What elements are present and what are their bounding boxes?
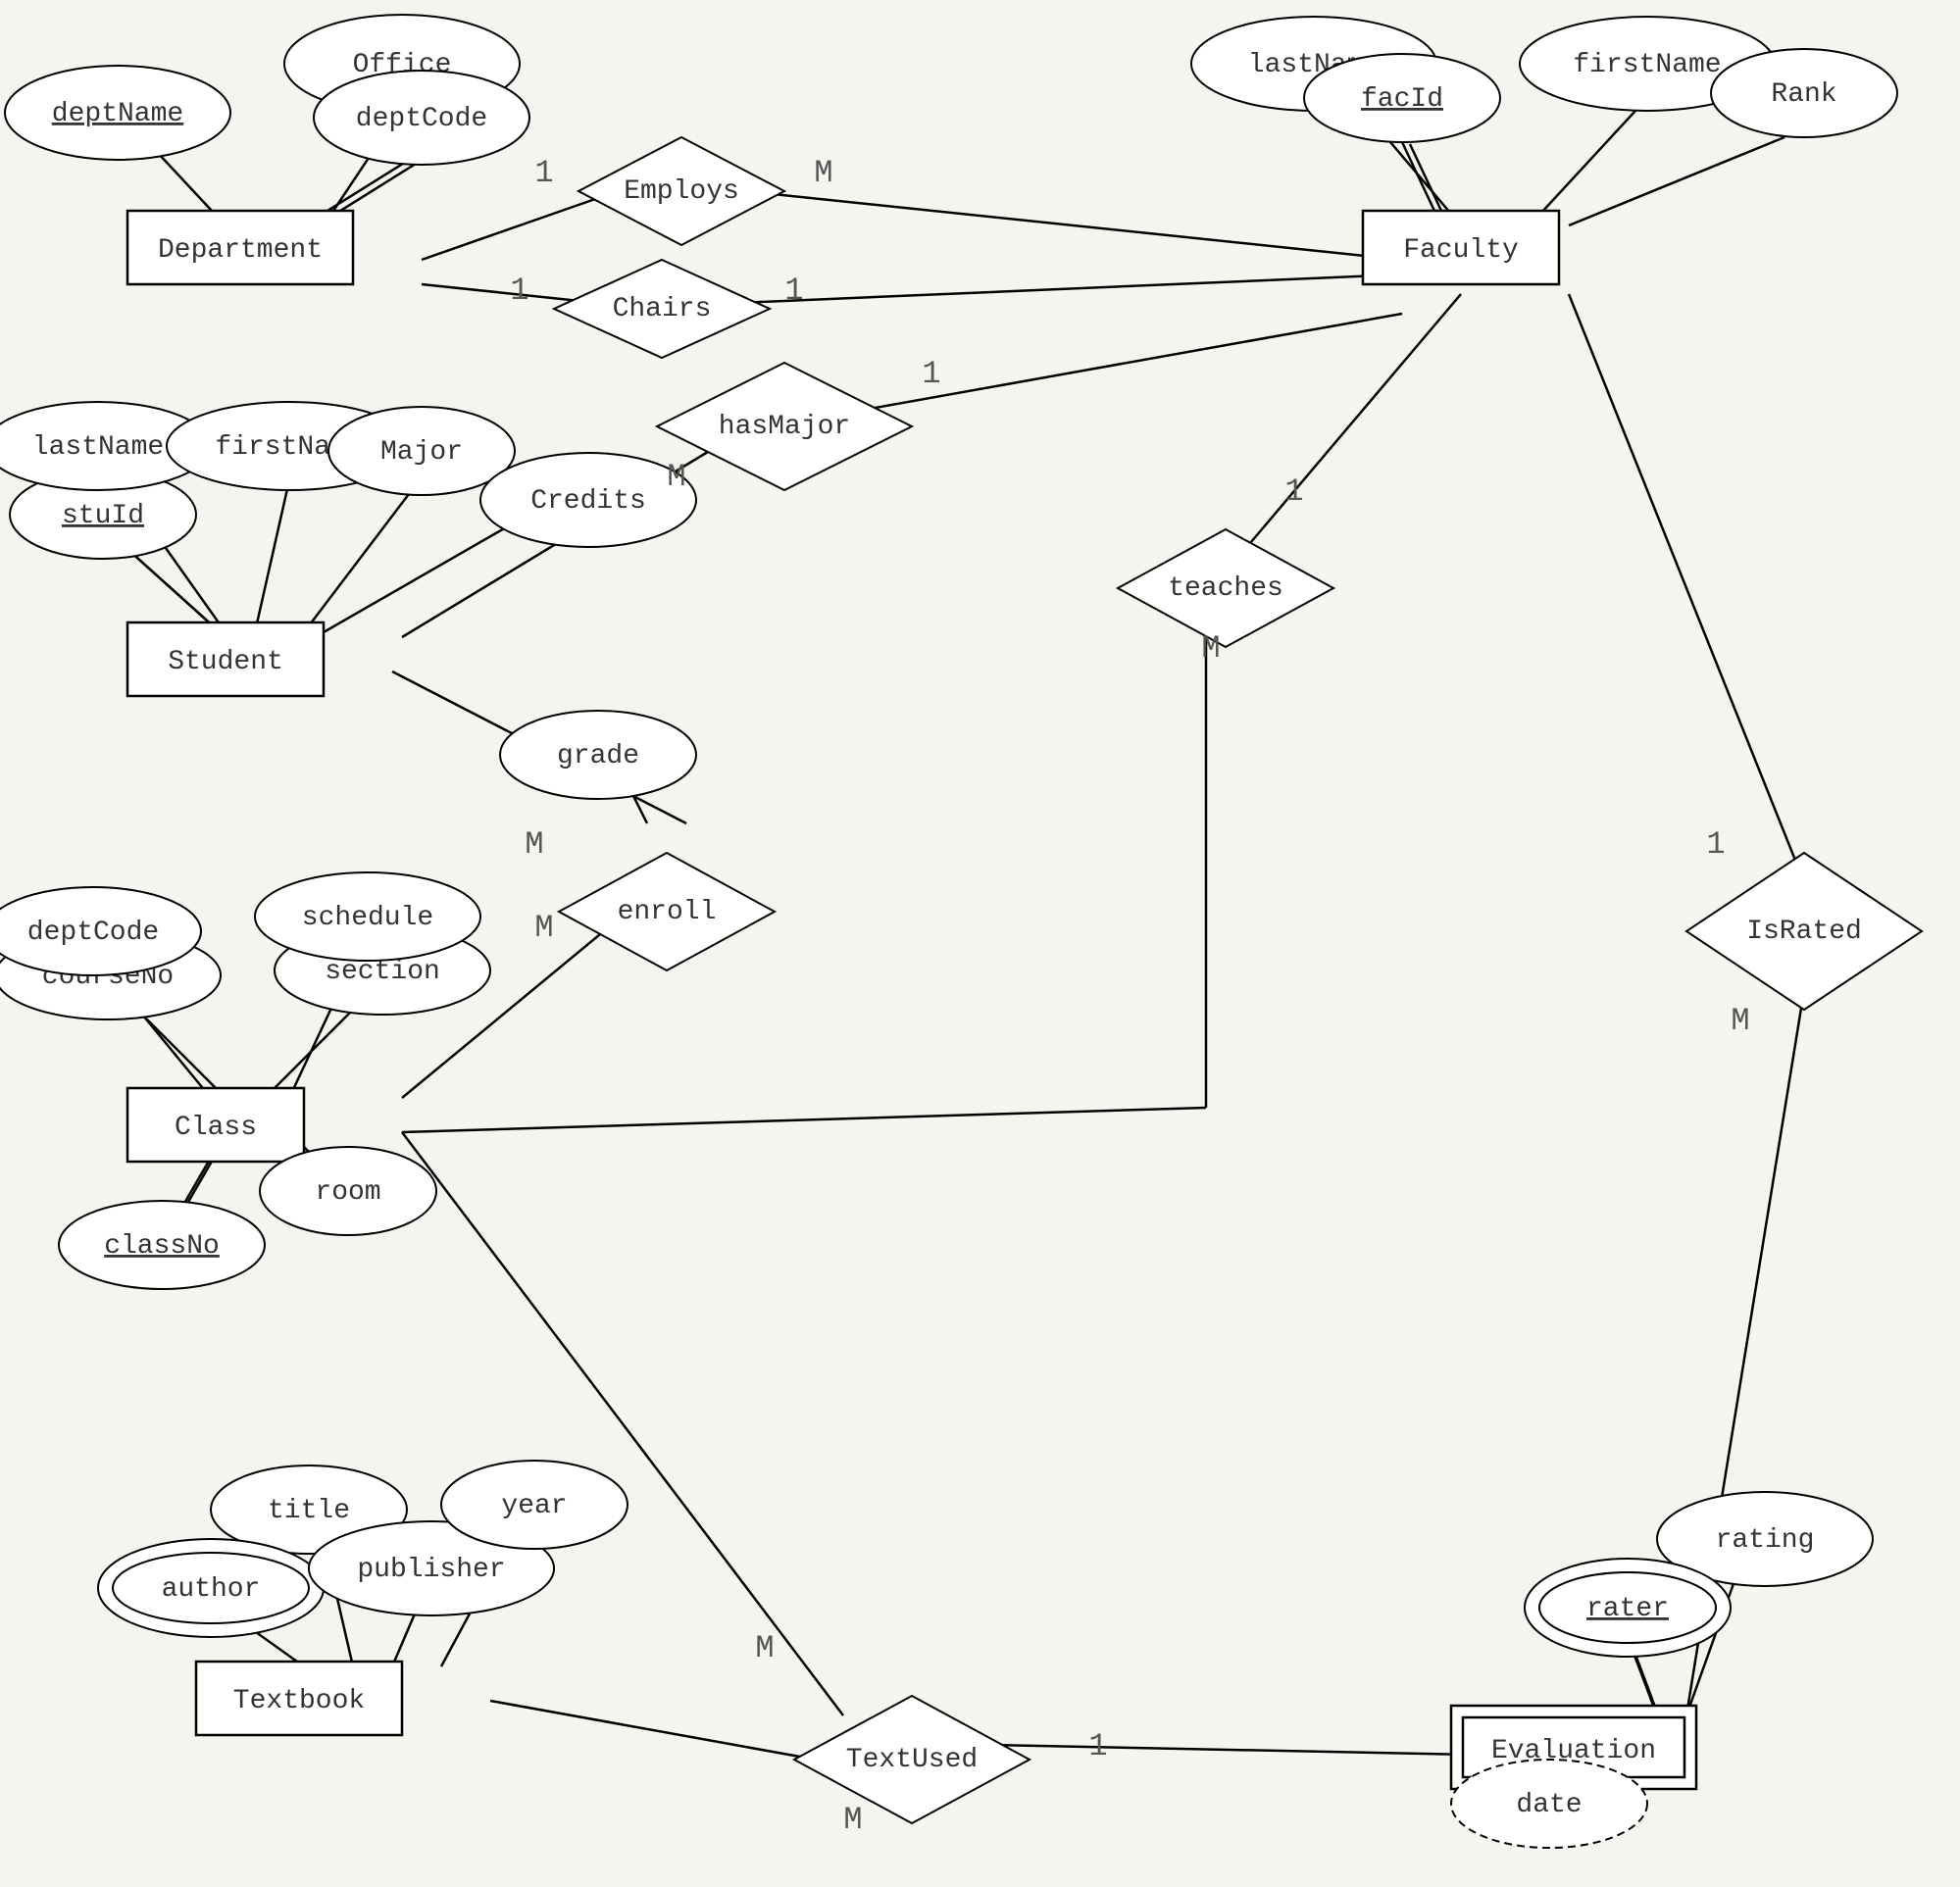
attr-rank-label: Rank xyxy=(1771,79,1836,110)
card-textused-m-text: M xyxy=(843,1802,862,1838)
attr-rating-label: rating xyxy=(1716,1525,1815,1556)
attr-date-label: date xyxy=(1516,1790,1582,1820)
card-israted-m: M xyxy=(1731,1003,1749,1039)
entity-student-label: Student xyxy=(168,647,283,677)
entity-class-label: Class xyxy=(175,1113,257,1143)
relation-israted-label: IsRated xyxy=(1746,917,1862,947)
relation-chairs-label: Chairs xyxy=(613,294,712,324)
er-diagram: Department Faculty Student Class Textboo… xyxy=(0,0,1960,1887)
attr-faculty-firstname-label: firstName xyxy=(1573,50,1721,80)
entity-faculty-label: Faculty xyxy=(1403,235,1519,266)
card-teaches-1: 1 xyxy=(1284,473,1303,510)
attr-deptcode-dept-label: deptCode xyxy=(356,104,487,134)
attr-deptname-label: deptName xyxy=(52,99,183,129)
relation-employs-label: Employs xyxy=(624,176,739,207)
attr-year-label: year xyxy=(501,1491,567,1521)
attr-room-label: room xyxy=(315,1177,380,1208)
attr-author-label: author xyxy=(162,1574,261,1605)
attr-rater-label: rater xyxy=(1586,1594,1669,1624)
card-enroll-m-class: M xyxy=(534,910,553,946)
attr-major-label: Major xyxy=(380,437,463,468)
entity-department-label: Department xyxy=(158,235,323,266)
card-enroll-m-student: M xyxy=(525,826,543,863)
card-textused-m-class: M xyxy=(755,1630,774,1666)
attr-schedule-label: schedule xyxy=(302,903,433,933)
attr-classno-label: classNo xyxy=(104,1231,220,1262)
attr-student-lastname-label: lastName xyxy=(32,432,164,463)
attr-publisher-label: publisher xyxy=(357,1555,505,1585)
card-hasmajor-m: M xyxy=(667,459,685,495)
card-textused-1-eval: 1 xyxy=(1088,1728,1107,1764)
attr-facid-label: facId xyxy=(1361,84,1443,115)
card-employs-1: 1 xyxy=(534,155,553,191)
relation-enroll-label: enroll xyxy=(618,897,717,927)
relation-hasmajor-label: hasMajor xyxy=(719,412,850,442)
card-israted-1: 1 xyxy=(1706,826,1725,863)
card-chairs-1-dept: 1 xyxy=(510,273,528,309)
attr-grade-label: grade xyxy=(557,741,639,771)
card-chairs-1-fac: 1 xyxy=(784,273,803,309)
attr-credits-label: Credits xyxy=(530,486,646,517)
entity-textbook-label: Textbook xyxy=(233,1686,365,1716)
card-employs-m: M xyxy=(814,155,832,191)
relation-textused-label: TextUsed xyxy=(846,1745,978,1775)
attr-title-label: title xyxy=(268,1496,350,1526)
attr-class-deptcode-label: deptCode xyxy=(27,918,159,948)
attr-stuid-label: stuId xyxy=(62,501,144,531)
relation-teaches-label: teaches xyxy=(1168,573,1283,604)
card-hasmajor-1: 1 xyxy=(922,356,940,392)
card-teaches-m: M xyxy=(1201,630,1220,667)
